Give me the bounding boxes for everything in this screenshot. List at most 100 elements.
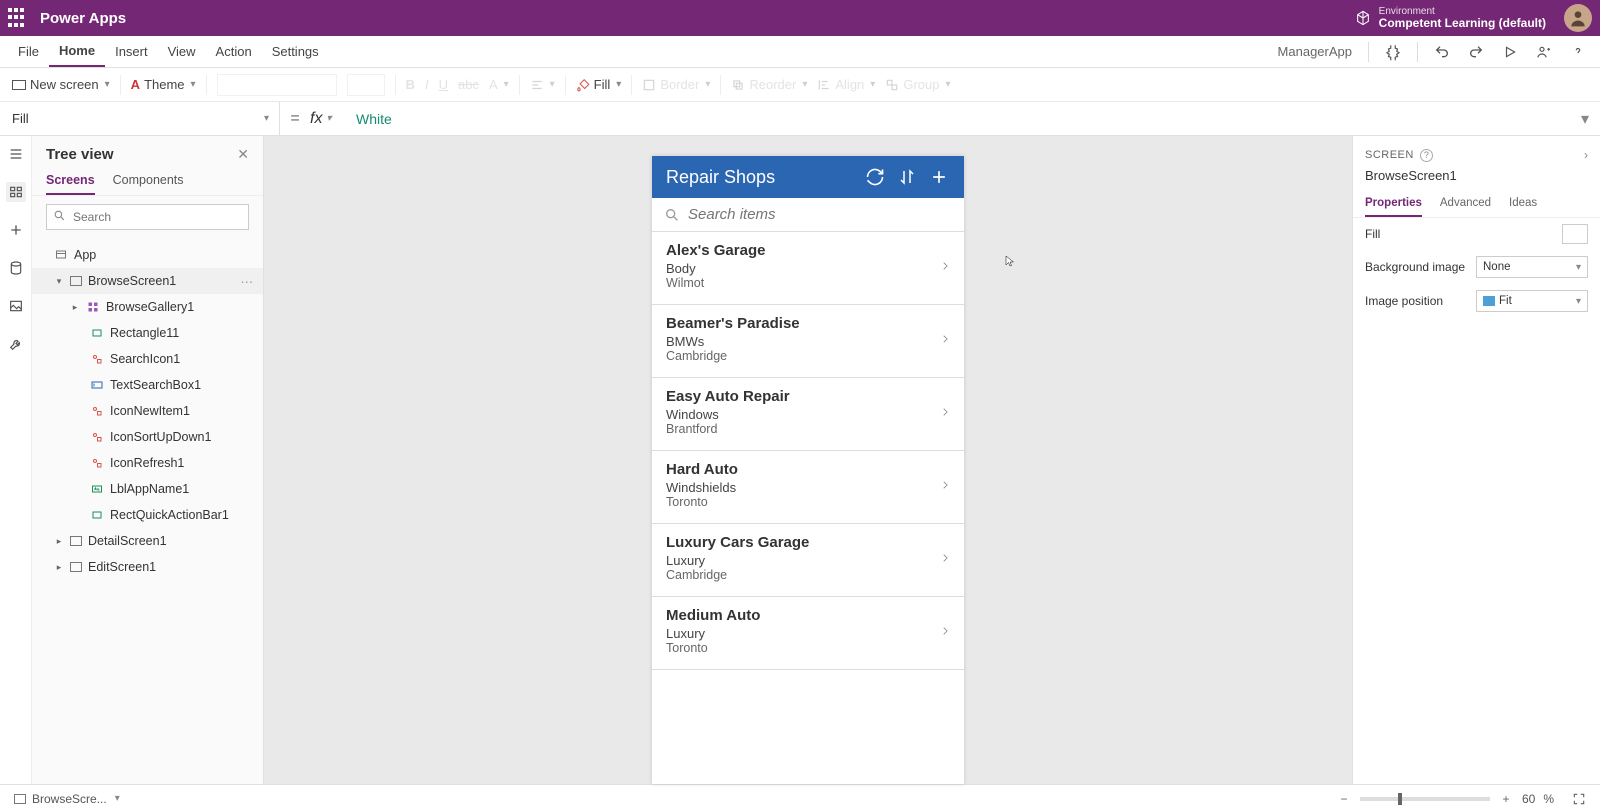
formula-expand-button[interactable]: ▾ <box>1570 109 1600 129</box>
strike-button[interactable]: abc <box>458 77 479 92</box>
expand-icon[interactable]: ▸ <box>54 536 64 547</box>
font-size-picker[interactable] <box>347 74 385 96</box>
underline-button[interactable]: U <box>439 77 448 92</box>
tab-screens[interactable]: Screens <box>46 167 95 195</box>
menu-action[interactable]: Action <box>206 36 262 67</box>
rectangle-icon <box>90 508 104 522</box>
collapse-icon[interactable]: ▾ <box>54 276 64 287</box>
share-button[interactable] <box>1530 38 1558 66</box>
expand-icon[interactable]: ▸ <box>54 562 64 573</box>
tree-node-rectangle[interactable]: Rectangle11 <box>32 320 263 346</box>
property-selector[interactable]: Fill ▾ <box>0 102 280 135</box>
tree-node-app[interactable]: App <box>32 242 263 268</box>
menu-file[interactable]: File <box>8 36 49 67</box>
gallery-item[interactable]: Luxury Cars GarageLuxuryCambridge <box>652 524 964 597</box>
fit-to-window-button[interactable] <box>1572 792 1586 806</box>
chevron-down-icon: ▾ <box>105 79 110 90</box>
tab-advanced[interactable]: Advanced <box>1440 191 1491 217</box>
tree-node-browsescreen[interactable]: ▾ BrowseScreen1 ⋯ <box>32 268 263 294</box>
border-button[interactable]: Border▾ <box>642 77 710 92</box>
menu-insert[interactable]: Insert <box>105 36 158 67</box>
fx-button[interactable]: fx▾ <box>310 110 346 128</box>
tree-node-lblappname[interactable]: LblAppName1 <box>32 476 263 502</box>
screen-icon <box>14 794 26 804</box>
chevron-down-icon: ▾ <box>1576 296 1581 307</box>
menu-settings[interactable]: Settings <box>262 36 329 67</box>
zoom-slider[interactable] <box>1360 797 1490 801</box>
tree-node-iconnew[interactable]: IconNewItem1 <box>32 398 263 424</box>
status-screen-picker[interactable]: BrowseScre... ▾ <box>14 792 120 806</box>
align-button[interactable]: Align▾ <box>817 77 875 92</box>
rail-tools-icon[interactable] <box>6 334 26 354</box>
gallery-item[interactable]: Medium AutoLuxuryToronto <box>652 597 964 670</box>
rail-media-icon[interactable] <box>6 296 26 316</box>
avatar[interactable] <box>1564 4 1592 32</box>
gallery-item-title: Alex's Garage <box>666 242 940 259</box>
image-position-select[interactable]: Fit ▾ <box>1476 290 1588 312</box>
environment-picker[interactable]: Environment Competent Learning (default) <box>1355 6 1546 30</box>
theme-button[interactable]: A Theme ▾ <box>131 77 196 92</box>
tab-ideas[interactable]: Ideas <box>1509 191 1537 217</box>
add-icon[interactable] <box>928 166 950 188</box>
tree-node-searchicon[interactable]: SearchIcon1 <box>32 346 263 372</box>
fill-swatch[interactable] <box>1562 224 1588 244</box>
chevron-right-icon[interactable] <box>940 477 950 493</box>
play-button[interactable] <box>1496 38 1524 66</box>
bold-button[interactable]: B <box>406 77 415 92</box>
new-screen-button[interactable]: New screen ▾ <box>12 77 110 92</box>
refresh-icon[interactable] <box>864 166 886 188</box>
app-checker-icon[interactable] <box>1379 38 1407 66</box>
gallery-item[interactable]: Beamer's ParadiseBMWsCambridge <box>652 305 964 378</box>
tree-node-textsearchbox[interactable]: TextSearchBox1 <box>32 372 263 398</box>
chevron-right-icon[interactable] <box>940 258 950 274</box>
prop-pos-label: Image position <box>1365 294 1468 308</box>
tree-search-input[interactable] <box>46 204 249 230</box>
menu-view[interactable]: View <box>158 36 206 67</box>
text-align-button[interactable]: ▾ <box>530 78 555 92</box>
rail-data-icon[interactable] <box>6 258 26 278</box>
bg-image-select[interactable]: None▾ <box>1476 256 1588 278</box>
font-picker[interactable] <box>217 74 337 96</box>
redo-button[interactable] <box>1462 38 1490 66</box>
gallery-item[interactable]: Alex's GarageBodyWilmot <box>652 232 964 305</box>
sort-icon[interactable] <box>896 166 918 188</box>
tree-node-iconrefresh[interactable]: IconRefresh1 <box>32 450 263 476</box>
tab-components[interactable]: Components <box>113 167 184 195</box>
tree-node-iconsort[interactable]: IconSortUpDown1 <box>32 424 263 450</box>
chevron-down-icon: ▾ <box>191 79 196 90</box>
gallery-item[interactable]: Easy Auto RepairWindowsBrantford <box>652 378 964 451</box>
gallery-search-input[interactable] <box>680 206 952 223</box>
chevron-right-icon[interactable] <box>940 404 950 420</box>
rail-tree-view-icon[interactable] <box>6 182 26 202</box>
formula-input[interactable]: White <box>346 102 1570 135</box>
canvas-area[interactable]: Repair Shops Alex's GarageBodyWilmotBeam… <box>264 136 1352 784</box>
tree-node-rectquick[interactable]: RectQuickActionBar1 <box>32 502 263 528</box>
help-button[interactable] <box>1564 38 1592 66</box>
fill-button[interactable]: Fill▾ <box>576 77 622 92</box>
close-icon[interactable]: ✕ <box>237 146 249 163</box>
expand-icon[interactable]: ▸ <box>70 302 80 313</box>
chevron-right-icon[interactable] <box>940 550 950 566</box>
group-button[interactable]: Group▾ <box>885 77 950 92</box>
chevron-right-icon[interactable] <box>940 623 950 639</box>
undo-button[interactable] <box>1428 38 1456 66</box>
chevron-right-icon[interactable] <box>940 331 950 347</box>
italic-button[interactable]: I <box>425 77 429 92</box>
zoom-in-button[interactable]: + <box>1498 792 1514 806</box>
app-launcher-icon[interactable] <box>8 8 28 28</box>
rail-hamburger-icon[interactable] <box>6 144 26 164</box>
help-icon[interactable]: ? <box>1420 149 1433 162</box>
tree-node-editscreen[interactable]: ▸ EditScreen1 <box>32 554 263 580</box>
more-icon[interactable]: ⋯ <box>241 274 256 289</box>
gallery-item[interactable]: Hard AutoWindshieldsToronto <box>652 451 964 524</box>
gallery-item-title: Easy Auto Repair <box>666 388 940 405</box>
tab-properties[interactable]: Properties <box>1365 191 1422 217</box>
font-color-button[interactable]: A▾ <box>489 77 509 92</box>
tree-node-gallery[interactable]: ▸ BrowseGallery1 <box>32 294 263 320</box>
zoom-out-button[interactable]: − <box>1336 792 1352 806</box>
rail-insert-icon[interactable] <box>6 220 26 240</box>
tree-node-detailscreen[interactable]: ▸ DetailScreen1 <box>32 528 263 554</box>
chevron-right-icon[interactable]: › <box>1584 148 1588 162</box>
reorder-button[interactable]: Reorder▾ <box>731 77 807 92</box>
menu-home[interactable]: Home <box>49 36 105 67</box>
